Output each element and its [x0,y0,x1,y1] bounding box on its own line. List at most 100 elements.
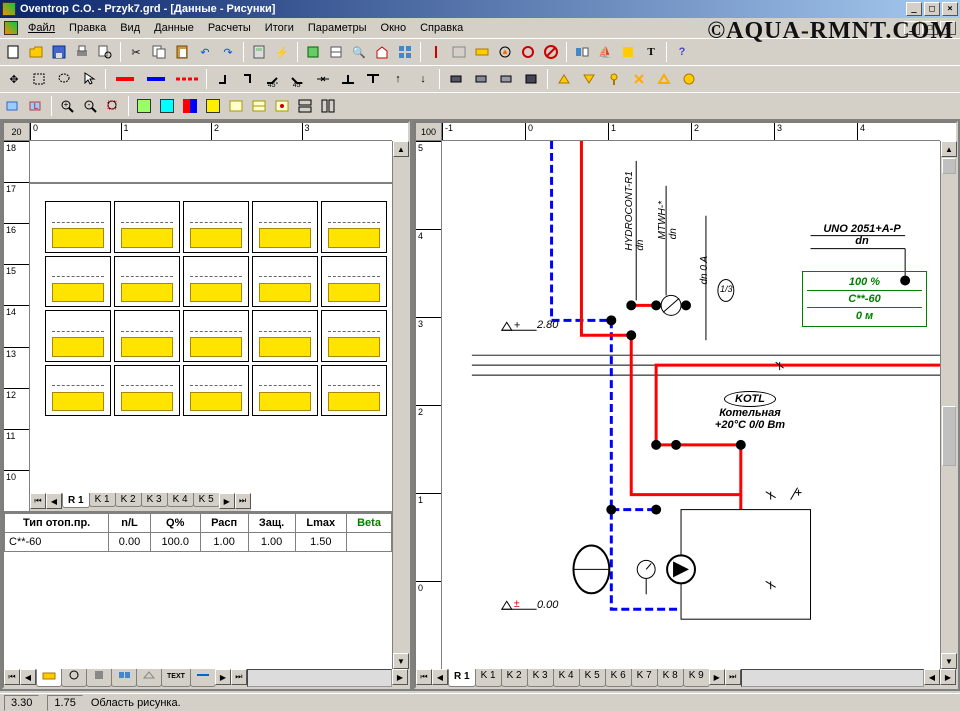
tee-down-button[interactable] [361,68,385,90]
print-button[interactable] [71,41,93,63]
rtab-k4[interactable]: K 4 [553,669,580,687]
valve-a-button[interactable] [552,68,576,90]
menu-view[interactable]: Вид [114,20,146,36]
zoom-fit-button[interactable] [102,95,124,117]
rtab-next-button[interactable]: ▶ [709,669,725,685]
valve-e-button[interactable] [652,68,676,90]
col-type[interactable]: Тип отоп.пр. [5,514,109,533]
zoom-out-button[interactable]: - [79,95,101,117]
floor-button[interactable] [448,41,470,63]
col-rasp[interactable]: Расп [200,514,248,533]
color-yellow-button[interactable] [202,95,224,117]
line-red-dash-button[interactable] [172,68,202,90]
layer-a-button[interactable] [2,95,24,117]
elbow-45b-button[interactable]: 45° [286,68,310,90]
zoom-in-button[interactable]: + [56,95,78,117]
radiator-info-box[interactable]: 100 % C**-60 0 м [802,271,927,327]
color-dual-button[interactable] [179,95,201,117]
scroll-thumb[interactable] [942,158,956,174]
room-button[interactable] [617,41,639,63]
radiator-thumb[interactable] [321,201,387,253]
elbow-down-button[interactable] [236,68,260,90]
find-button[interactable]: 🔍 [348,41,370,63]
col-zash[interactable]: Защ. [248,514,295,533]
table-row[interactable]: C**-60 0.00 100.0 1.00 1.00 1.50 [5,533,392,552]
rtab-k6[interactable]: K 6 [605,669,632,687]
rtab-prev-button[interactable]: ◀ [432,669,448,685]
scroll-right-button[interactable]: ▶ [392,669,408,685]
menu-edit[interactable]: Правка [63,20,112,36]
undo-button[interactable]: ↶ [194,41,216,63]
radiator-thumb[interactable] [252,365,318,417]
cell-beta[interactable] [347,533,392,552]
arrow-down-button[interactable]: ↓ [411,68,435,90]
right-scroll-v[interactable]: ▲ ▼ [940,141,956,669]
col-beta[interactable]: Beta [347,514,392,533]
elbow-up-button[interactable] [211,68,235,90]
arrow-up-button[interactable]: ↑ [386,68,410,90]
split-v-button[interactable] [317,95,339,117]
radiator-thumb[interactable] [321,365,387,417]
sailboat-icon[interactable]: ⛵ [594,41,616,63]
scroll-thumb2[interactable] [942,406,956,466]
grid-button[interactable] [394,41,416,63]
scroll-down-button[interactable]: ▼ [393,653,409,669]
valve-b-button[interactable] [577,68,601,90]
layer-b-button[interactable]: L [25,95,47,117]
radiator-button[interactable] [471,41,493,63]
line-red-button[interactable] [110,68,140,90]
left-scroll-h[interactable] [247,669,392,687]
btab-icon-6[interactable]: TEXT [161,669,191,687]
menu-data[interactable]: Данные [148,20,200,36]
btab-icon-3[interactable] [86,669,112,687]
card-b-button[interactable] [248,95,270,117]
rscroll-left-button[interactable]: ◀ [924,669,940,685]
rtab-first-button[interactable]: ⏮ [416,669,432,685]
paste-button[interactable] [171,41,193,63]
chip-c-button[interactable] [494,68,518,90]
right-scroll-h[interactable] [741,669,924,687]
cut-button[interactable]: ✂ [125,41,147,63]
tab-k2[interactable]: K 2 [115,493,142,507]
tab-r1[interactable]: R 1 [62,493,90,508]
tab-first-button[interactable]: ⏮ [30,493,46,509]
rscroll-down-button[interactable]: ▼ [941,653,957,669]
no-button[interactable] [540,41,562,63]
pipe-up-button[interactable] [425,41,447,63]
minimize-button[interactable]: _ [906,2,922,16]
building-button[interactable] [371,41,393,63]
menu-calc[interactable]: Расчеты [202,20,257,36]
btab-icon-1[interactable] [36,669,62,687]
radiator-thumb[interactable] [321,256,387,308]
radiator-thumb[interactable] [252,201,318,253]
valve-c-button[interactable] [602,68,626,90]
btab-next-button[interactable]: ▶ [215,669,231,685]
radiator-thumb[interactable] [252,310,318,362]
pointer-button[interactable] [77,68,101,90]
chip-b-button[interactable] [469,68,493,90]
copy-button[interactable] [148,41,170,63]
scroll-up-button[interactable]: ▲ [393,141,409,157]
left-scroll-v[interactable]: ▲ ▼ [392,141,408,669]
menu-file[interactable]: Файл [22,20,61,36]
tool-a-button[interactable] [302,41,324,63]
rtab-k7[interactable]: K 7 [631,669,658,687]
radiator-thumb[interactable] [45,256,111,308]
close-button[interactable]: × [942,2,958,16]
chip-d-button[interactable] [519,68,543,90]
col-q[interactable]: Q% [150,514,200,533]
btab-icon-7[interactable] [190,669,216,687]
rtab-k1[interactable]: K 1 [475,669,502,687]
save-button[interactable] [48,41,70,63]
menu-params[interactable]: Параметры [302,20,373,36]
btab-icon-4[interactable] [111,669,137,687]
tab-prev-button[interactable]: ◀ [46,493,62,509]
radiator-thumb[interactable] [114,365,180,417]
elbow-45-button[interactable]: 45° [261,68,285,90]
right-canvas[interactable]: + ± [442,141,940,669]
rtab-k3[interactable]: K 3 [527,669,554,687]
radiator-thumb[interactable] [252,256,318,308]
radiator-thumb[interactable] [114,256,180,308]
branch-button[interactable] [336,68,360,90]
tab-next-button[interactable]: ▶ [219,493,235,509]
